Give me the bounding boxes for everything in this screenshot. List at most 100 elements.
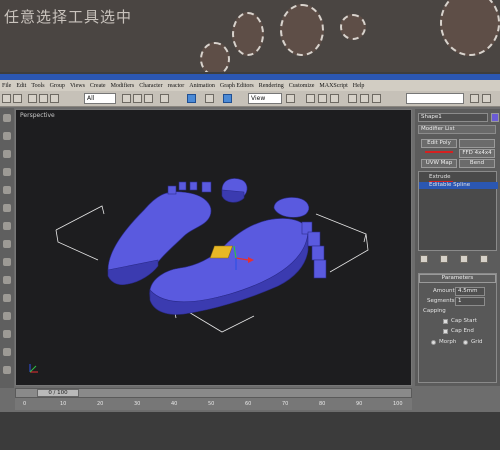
modifier-stack: Extrude Editable Spline <box>418 171 498 251</box>
timeline-tick: 10 <box>60 401 67 407</box>
menu-item-tools[interactable]: Tools <box>31 83 44 89</box>
timeline-tick: 90 <box>356 401 363 407</box>
stack-item-editable-spline[interactable]: Editable Spline <box>419 182 498 189</box>
grid-radio[interactable] <box>463 340 468 345</box>
tool-icon[interactable] <box>3 348 11 356</box>
track-bar[interactable]: 0 10 20 30 40 50 60 70 80 90 100 <box>15 398 412 410</box>
menu-item-maxscript[interactable]: MAXScript <box>319 83 347 89</box>
tool-icon[interactable] <box>3 168 11 176</box>
morph-radio[interactable] <box>431 340 436 345</box>
pin-stack-icon[interactable] <box>420 255 428 263</box>
amount-spinner[interactable]: 4.5mm <box>455 287 485 296</box>
tool-icon[interactable] <box>3 150 11 158</box>
menu-item-create[interactable]: Create <box>90 83 106 89</box>
cap-end-checkbox[interactable] <box>443 329 448 334</box>
menu-item-rendering[interactable]: Rendering <box>259 83 284 89</box>
menu-item-edit[interactable]: Edit <box>16 83 26 89</box>
time-slider-thumb[interactable]: 0 / 100 <box>37 389 79 397</box>
tool-icon[interactable] <box>3 294 11 302</box>
toe-block <box>189 181 198 191</box>
render-setup-icon[interactable] <box>470 94 479 103</box>
left-tool-strip <box>0 108 14 388</box>
stack-tools-row <box>418 255 497 265</box>
layer-icon[interactable] <box>372 94 381 103</box>
select-region-icon[interactable] <box>144 94 153 103</box>
modifier-button-ffd[interactable]: FFD 4x4x4 <box>459 149 495 158</box>
menu-item-customize[interactable]: Customize <box>289 83 315 89</box>
remove-modifier-icon[interactable] <box>480 255 488 263</box>
named-selection-dropdown[interactable] <box>406 93 464 104</box>
time-slider[interactable]: 0 / 100 <box>15 388 412 398</box>
reference-coord-dropdown[interactable]: View <box>248 93 282 104</box>
select-scale-icon[interactable] <box>223 94 232 103</box>
bottom-area <box>0 412 500 450</box>
quick-render-icon[interactable] <box>482 94 491 103</box>
select-by-name-icon[interactable] <box>133 94 142 103</box>
menu-item-animation[interactable]: Animation <box>189 83 215 89</box>
tool-icon[interactable] <box>3 330 11 338</box>
menu-item-modifiers[interactable]: Modifiers <box>111 83 135 89</box>
tool-icon[interactable] <box>3 204 11 212</box>
menu-item-views[interactable]: Views <box>70 83 85 89</box>
capping-label: Capping <box>423 308 446 314</box>
timeline-tick: 30 <box>134 401 141 407</box>
modifier-list-dropdown[interactable]: Modifier List <box>418 125 496 134</box>
parameters-rollout-header[interactable]: Parameters <box>419 274 496 283</box>
tool-icon[interactable] <box>3 222 11 230</box>
select-rotate-icon[interactable] <box>205 94 214 103</box>
perspective-viewport[interactable]: Perspective <box>15 109 412 386</box>
tool-icon[interactable] <box>3 276 11 284</box>
modifier-button-edit-poly[interactable]: Edit Poly <box>421 139 457 148</box>
timeline-tick: 70 <box>282 401 289 407</box>
menu-bar: File Edit Tools Group Views Create Modifiers Ch… <box>0 80 500 91</box>
axis-tripod <box>29 364 38 373</box>
morph-label: Morph <box>439 339 457 345</box>
modifier-button-blank[interactable] <box>459 139 495 148</box>
tool-icon[interactable] <box>3 114 11 122</box>
red-underline <box>425 151 453 153</box>
modifier-button-bend[interactable]: Bend <box>459 159 495 168</box>
menu-item-reactor[interactable]: reactor <box>168 83 185 89</box>
tool-icon[interactable] <box>3 258 11 266</box>
show-end-result-icon[interactable] <box>440 255 448 263</box>
percent-snap-icon[interactable] <box>330 94 339 103</box>
cap-end-label: Cap End <box>451 328 474 334</box>
link-icon[interactable] <box>28 94 37 103</box>
cap-start-checkbox[interactable] <box>443 319 448 324</box>
toe-block <box>167 185 177 195</box>
bbox-bracket <box>55 205 105 231</box>
timeline-tick: 60 <box>245 401 252 407</box>
mirror-icon[interactable] <box>348 94 357 103</box>
menu-item-character[interactable]: Character <box>139 83 162 89</box>
segments-spinner[interactable]: 1 <box>455 297 485 306</box>
selection-filter-dropdown[interactable]: All <box>84 93 116 104</box>
timeline-tick: 20 <box>97 401 104 407</box>
unlink-icon[interactable] <box>39 94 48 103</box>
angle-snap-icon[interactable] <box>318 94 327 103</box>
tool-icon[interactable] <box>3 186 11 194</box>
menu-item-group[interactable]: Group <box>50 83 65 89</box>
snap-icon[interactable] <box>306 94 315 103</box>
align-icon[interactable] <box>360 94 369 103</box>
menu-item-graph-editors[interactable]: Graph Editors <box>220 83 254 89</box>
menu-item-help[interactable]: Help <box>353 83 365 89</box>
stack-item-extrude[interactable]: Extrude <box>419 174 498 181</box>
make-unique-icon[interactable] <box>460 255 468 263</box>
select-object-icon[interactable] <box>122 94 131 103</box>
toe-block <box>311 245 325 261</box>
amount-label: Amount: <box>433 288 457 294</box>
tool-icon[interactable] <box>3 240 11 248</box>
tool-icon[interactable] <box>3 366 11 374</box>
pivot-icon[interactable] <box>286 94 295 103</box>
select-move-icon[interactable] <box>187 94 196 103</box>
tool-icon[interactable] <box>3 132 11 140</box>
modifier-button-uvw-map[interactable]: UVW Map <box>421 159 457 168</box>
bind-icon[interactable] <box>50 94 59 103</box>
window-crossing-icon[interactable] <box>160 94 169 103</box>
redo-icon[interactable] <box>13 94 22 103</box>
object-color-swatch[interactable] <box>491 113 499 122</box>
object-name-field[interactable]: Shape1 <box>418 113 488 122</box>
menu-item-file[interactable]: File <box>2 83 11 89</box>
undo-icon[interactable] <box>2 94 11 103</box>
tool-icon[interactable] <box>3 312 11 320</box>
